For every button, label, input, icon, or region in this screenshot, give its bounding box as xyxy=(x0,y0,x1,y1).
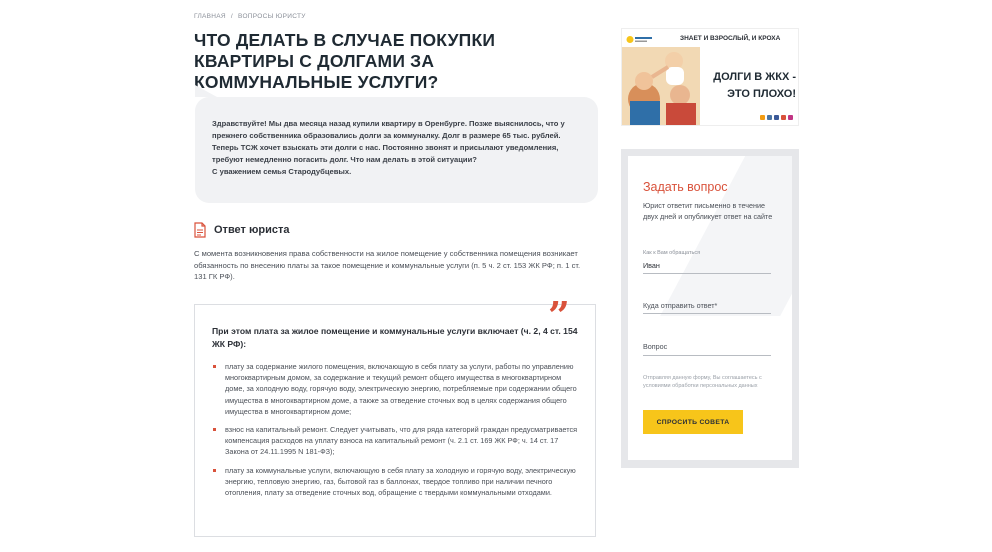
question-text: Здравствуйте! Мы два месяца назад купили… xyxy=(212,119,565,164)
document-icon xyxy=(194,222,206,238)
question-field[interactable]: Вопрос xyxy=(643,342,667,351)
breadcrumb-separator: / xyxy=(230,13,234,20)
banner-top-text: ЗНАЕТ И ВЗРОСЛЫЙ, И КРОХА xyxy=(680,35,781,42)
quote-heading: При этом плата за жилое помещение и комм… xyxy=(212,326,578,349)
answer-text: С момента возникновения права собственно… xyxy=(194,249,581,281)
list-item: плату за содержание жилого помещения, вк… xyxy=(212,361,582,417)
banner-headline: ДОЛГИ В ЖКХ - ЭТО ПЛОХО! xyxy=(694,69,796,103)
list-item: взнос на капитальный ремонт. Следует учи… xyxy=(212,424,582,458)
social-icon xyxy=(767,115,772,120)
social-icon xyxy=(760,115,765,120)
ad-banner[interactable]: ЗНАЕТ И ВЗРОСЛЫЙ, И КРОХА ДОЛГИ В ЖКХ - … xyxy=(621,28,799,126)
social-icon xyxy=(781,115,786,120)
reply-address-field[interactable]: Куда отправить ответ* xyxy=(643,301,717,310)
breadcrumb-home-link[interactable]: ГЛАВНАЯ xyxy=(194,13,226,20)
question-signature: С уважением семья Стародубцевых. xyxy=(212,167,352,176)
name-field[interactable]: Иван xyxy=(643,261,660,270)
submit-question-button[interactable]: СПРОСИТЬ СОВЕТА xyxy=(643,410,743,434)
breadcrumb: ГЛАВНАЯ / ВОПРОСЫ ЮРИСТУ xyxy=(194,13,306,20)
banner-line-2: ЭТО ПЛОХО! xyxy=(727,88,796,100)
social-icon xyxy=(788,115,793,120)
form-description: Юрист ответит письменно в течение двух д… xyxy=(643,201,773,221)
list-item: плату за коммунальные услуги, включающую… xyxy=(212,465,582,499)
form-title: Задать вопрос xyxy=(643,180,728,194)
banner-line-1: ДОЛГИ В ЖКХ - xyxy=(713,71,796,83)
reply-address-underline xyxy=(643,313,771,314)
breadcrumb-current[interactable]: ВОПРОСЫ ЮРИСТУ xyxy=(238,13,306,20)
quote-list: плату за содержание жилого помещения, вк… xyxy=(212,361,582,505)
social-icon xyxy=(774,115,779,120)
name-field-label: Как к Вам обращаться xyxy=(643,250,701,256)
page-title: ЧТО ДЕЛАТЬ В СЛУЧАЕ ПОКУПКИ КВАРТИРЫ С Д… xyxy=(194,30,496,92)
consent-text: Отправляя данную форму, Вы соглашаетесь … xyxy=(643,375,762,389)
logo-icon xyxy=(626,36,652,43)
name-field-underline xyxy=(643,273,771,274)
question-field-underline xyxy=(643,355,771,356)
answer-title: Ответ юриста xyxy=(214,224,290,236)
banner-social-icons xyxy=(760,115,793,120)
answer-header: Ответ юриста xyxy=(194,222,289,238)
